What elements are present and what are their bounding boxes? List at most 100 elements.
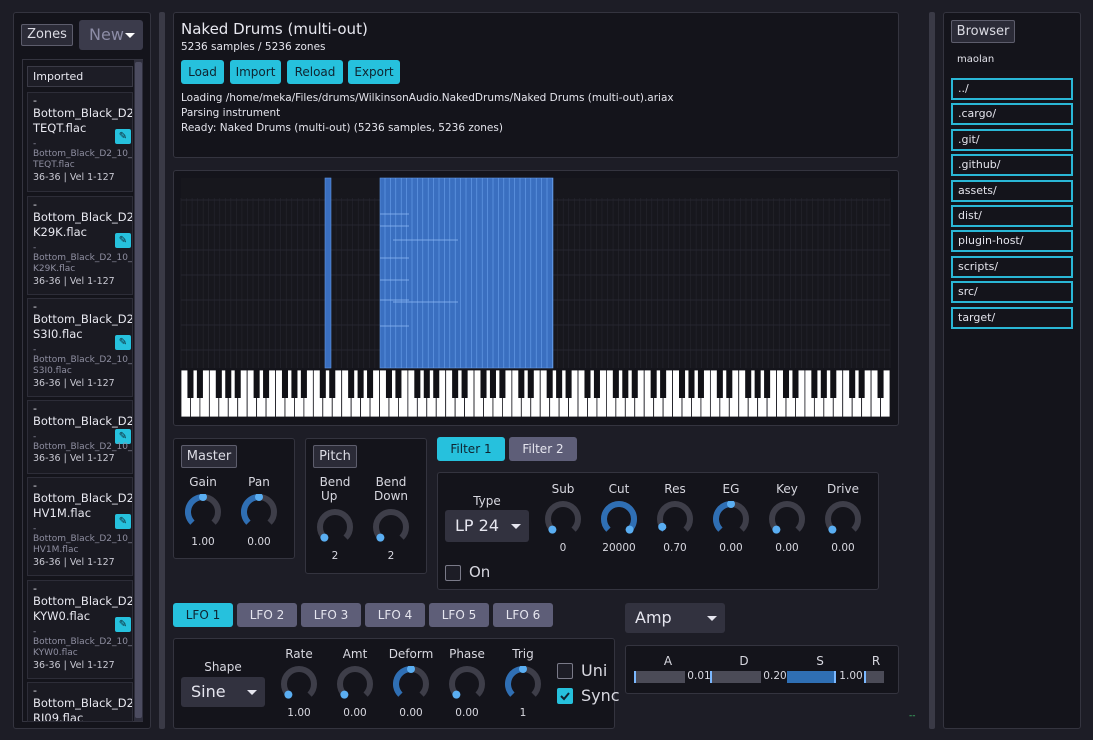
lfo-shape-dropdown[interactable]: Sine bbox=[181, 677, 265, 707]
lfo-tab-5[interactable]: LFO 5 bbox=[429, 603, 489, 627]
lfo-uni-checkbox[interactable] bbox=[557, 663, 573, 679]
filter-key-knob[interactable] bbox=[769, 501, 805, 540]
pan-label: Pan bbox=[248, 475, 270, 489]
splitter-left[interactable] bbox=[159, 12, 165, 729]
zones-scrollbar[interactable] bbox=[134, 60, 143, 721]
edit-icon[interactable]: ✎ bbox=[115, 233, 131, 248]
zone-list-item[interactable]: - Bottom_Black_D2_ KYW0.flac ✎ - Bottom_Black… bbox=[27, 580, 133, 679]
log-line: Parsing instrument bbox=[181, 107, 281, 119]
browser-item[interactable]: plugin-host/ bbox=[951, 230, 1073, 253]
browser-item[interactable]: .github/ bbox=[951, 154, 1073, 177]
load-button[interactable]: Load bbox=[181, 60, 224, 84]
filter-type-dropdown[interactable]: LP 24 bbox=[445, 510, 529, 542]
lfo-tab-3[interactable]: LFO 3 bbox=[301, 603, 361, 627]
lfo-tab-1[interactable]: LFO 1 bbox=[173, 603, 233, 627]
black-key bbox=[565, 370, 572, 398]
slider-fill bbox=[787, 671, 836, 683]
lfo-tab-6[interactable]: LFO 6 bbox=[493, 603, 553, 627]
env-attack-slider[interactable] bbox=[634, 671, 685, 683]
import-button[interactable]: Import bbox=[230, 60, 281, 84]
zones-button[interactable]: Zones bbox=[21, 24, 73, 46]
bend-down-knob[interactable] bbox=[373, 509, 409, 548]
zone-list-item[interactable]: - Bottom_Black_D2_ S3I0.flac ✎ - Bottom_Black… bbox=[27, 298, 133, 397]
black-key bbox=[489, 370, 496, 398]
filter-tab-1[interactable]: Filter 1 bbox=[437, 437, 505, 461]
envelope-target-value: Amp bbox=[635, 608, 672, 627]
browser-item[interactable]: assets/ bbox=[951, 179, 1073, 202]
export-button[interactable]: Export bbox=[348, 60, 400, 84]
edit-icon[interactable]: ✎ bbox=[115, 514, 131, 529]
filter-drive-label: Drive bbox=[827, 482, 859, 496]
zone-map[interactable] bbox=[173, 170, 899, 426]
browser-item[interactable]: src/ bbox=[951, 281, 1073, 304]
gain-label: Gain bbox=[189, 475, 217, 489]
chevron-down-icon bbox=[707, 616, 717, 621]
envelope-target-dropdown[interactable]: Amp bbox=[625, 603, 725, 633]
env-decay-slider[interactable] bbox=[710, 671, 761, 683]
edit-icon[interactable]: ✎ bbox=[115, 129, 131, 144]
lfo-deform-knob[interactable] bbox=[393, 665, 429, 705]
zones-list-header: Imported bbox=[27, 66, 133, 87]
env-release-slider[interactable] bbox=[864, 671, 884, 683]
browser-item[interactable]: target/ bbox=[951, 306, 1073, 329]
lfo-tab-4[interactable]: LFO 4 bbox=[365, 603, 425, 627]
filter-sub-label: Sub bbox=[551, 482, 575, 496]
browser-item[interactable]: ../ bbox=[951, 78, 1073, 100]
reload-button[interactable]: Reload bbox=[287, 60, 343, 84]
slider-thumb[interactable] bbox=[864, 671, 866, 683]
lfo-amt-label: Amt bbox=[342, 647, 368, 661]
black-key bbox=[792, 370, 799, 398]
zone-list-item[interactable]: - Bottom_Black_D2_ K29K.flac ✎ - Bottom_Black… bbox=[27, 196, 133, 295]
filter-eg-knob[interactable] bbox=[713, 500, 749, 540]
black-key bbox=[858, 370, 865, 398]
lfo-sync-checkbox[interactable] bbox=[557, 688, 573, 704]
black-key bbox=[499, 370, 506, 398]
zone-name: Bottom_Black_D2_ bbox=[33, 696, 133, 710]
black-key bbox=[281, 370, 289, 398]
filter-tab-2[interactable]: Filter 2 bbox=[509, 437, 577, 461]
zone-list-item[interactable]: - Bottom_Black_D2_ ✎ - Bottom_Black_D2_10_ 36… bbox=[27, 400, 133, 474]
env-sustain-slider[interactable] bbox=[787, 671, 836, 683]
pan-knob[interactable] bbox=[241, 493, 277, 533]
black-key bbox=[385, 370, 392, 398]
bend-up-knob[interactable] bbox=[317, 509, 353, 548]
lfo-trig-knob[interactable] bbox=[505, 665, 541, 705]
black-key bbox=[820, 370, 827, 398]
slider-thumb[interactable] bbox=[634, 671, 636, 683]
zone-list-item[interactable]: - Bottom_Black_D2_ RI09.flac bbox=[27, 682, 133, 722]
black-key bbox=[612, 370, 619, 398]
lfo-rate-knob[interactable] bbox=[281, 666, 317, 705]
zone-list-item[interactable]: - Bottom_Black_D2_ TEQT.flac ✎ - Bottom_Black… bbox=[27, 92, 133, 192]
browser-item[interactable]: .git/ bbox=[951, 128, 1073, 151]
zone-name-2: K29K.flac bbox=[33, 225, 87, 239]
filter-drive-knob[interactable] bbox=[825, 501, 861, 540]
new-dropdown[interactable]: New bbox=[79, 20, 143, 50]
zones-scrollbar-thumb[interactable] bbox=[135, 62, 142, 718]
filter-cut-knob[interactable] bbox=[601, 501, 637, 540]
black-key bbox=[263, 370, 270, 398]
slider-thumb[interactable] bbox=[710, 671, 712, 683]
piano-keyboard[interactable] bbox=[180, 369, 891, 418]
lfo-amt-knob[interactable] bbox=[337, 666, 373, 705]
black-key bbox=[697, 370, 704, 398]
black-key bbox=[622, 370, 629, 398]
zone-list-item[interactable]: - Bottom_Black_D2_ HV1M.flac ✎ - Bottom_Black… bbox=[27, 477, 133, 576]
filter-sub-knob[interactable] bbox=[545, 501, 581, 540]
black-key bbox=[679, 370, 686, 398]
browser-item[interactable]: dist/ bbox=[951, 205, 1073, 227]
black-key bbox=[215, 370, 222, 398]
black-key bbox=[830, 370, 837, 398]
browser-title[interactable]: Browser bbox=[951, 20, 1015, 43]
filter-on-checkbox[interactable] bbox=[445, 565, 461, 581]
filter-res-knob[interactable] bbox=[657, 501, 693, 540]
black-key bbox=[593, 370, 600, 398]
splitter-right[interactable] bbox=[929, 12, 935, 729]
browser-item[interactable]: .cargo/ bbox=[951, 103, 1073, 126]
gain-knob[interactable] bbox=[185, 493, 221, 533]
browser-item[interactable]: scripts/ bbox=[951, 255, 1073, 278]
lfo-phase-knob[interactable] bbox=[449, 666, 485, 705]
lfo-tab-2[interactable]: LFO 2 bbox=[237, 603, 297, 627]
slider-thumb[interactable] bbox=[834, 671, 836, 683]
edit-icon[interactable]: ✎ bbox=[115, 335, 131, 350]
edit-icon[interactable]: ✎ bbox=[115, 617, 131, 632]
